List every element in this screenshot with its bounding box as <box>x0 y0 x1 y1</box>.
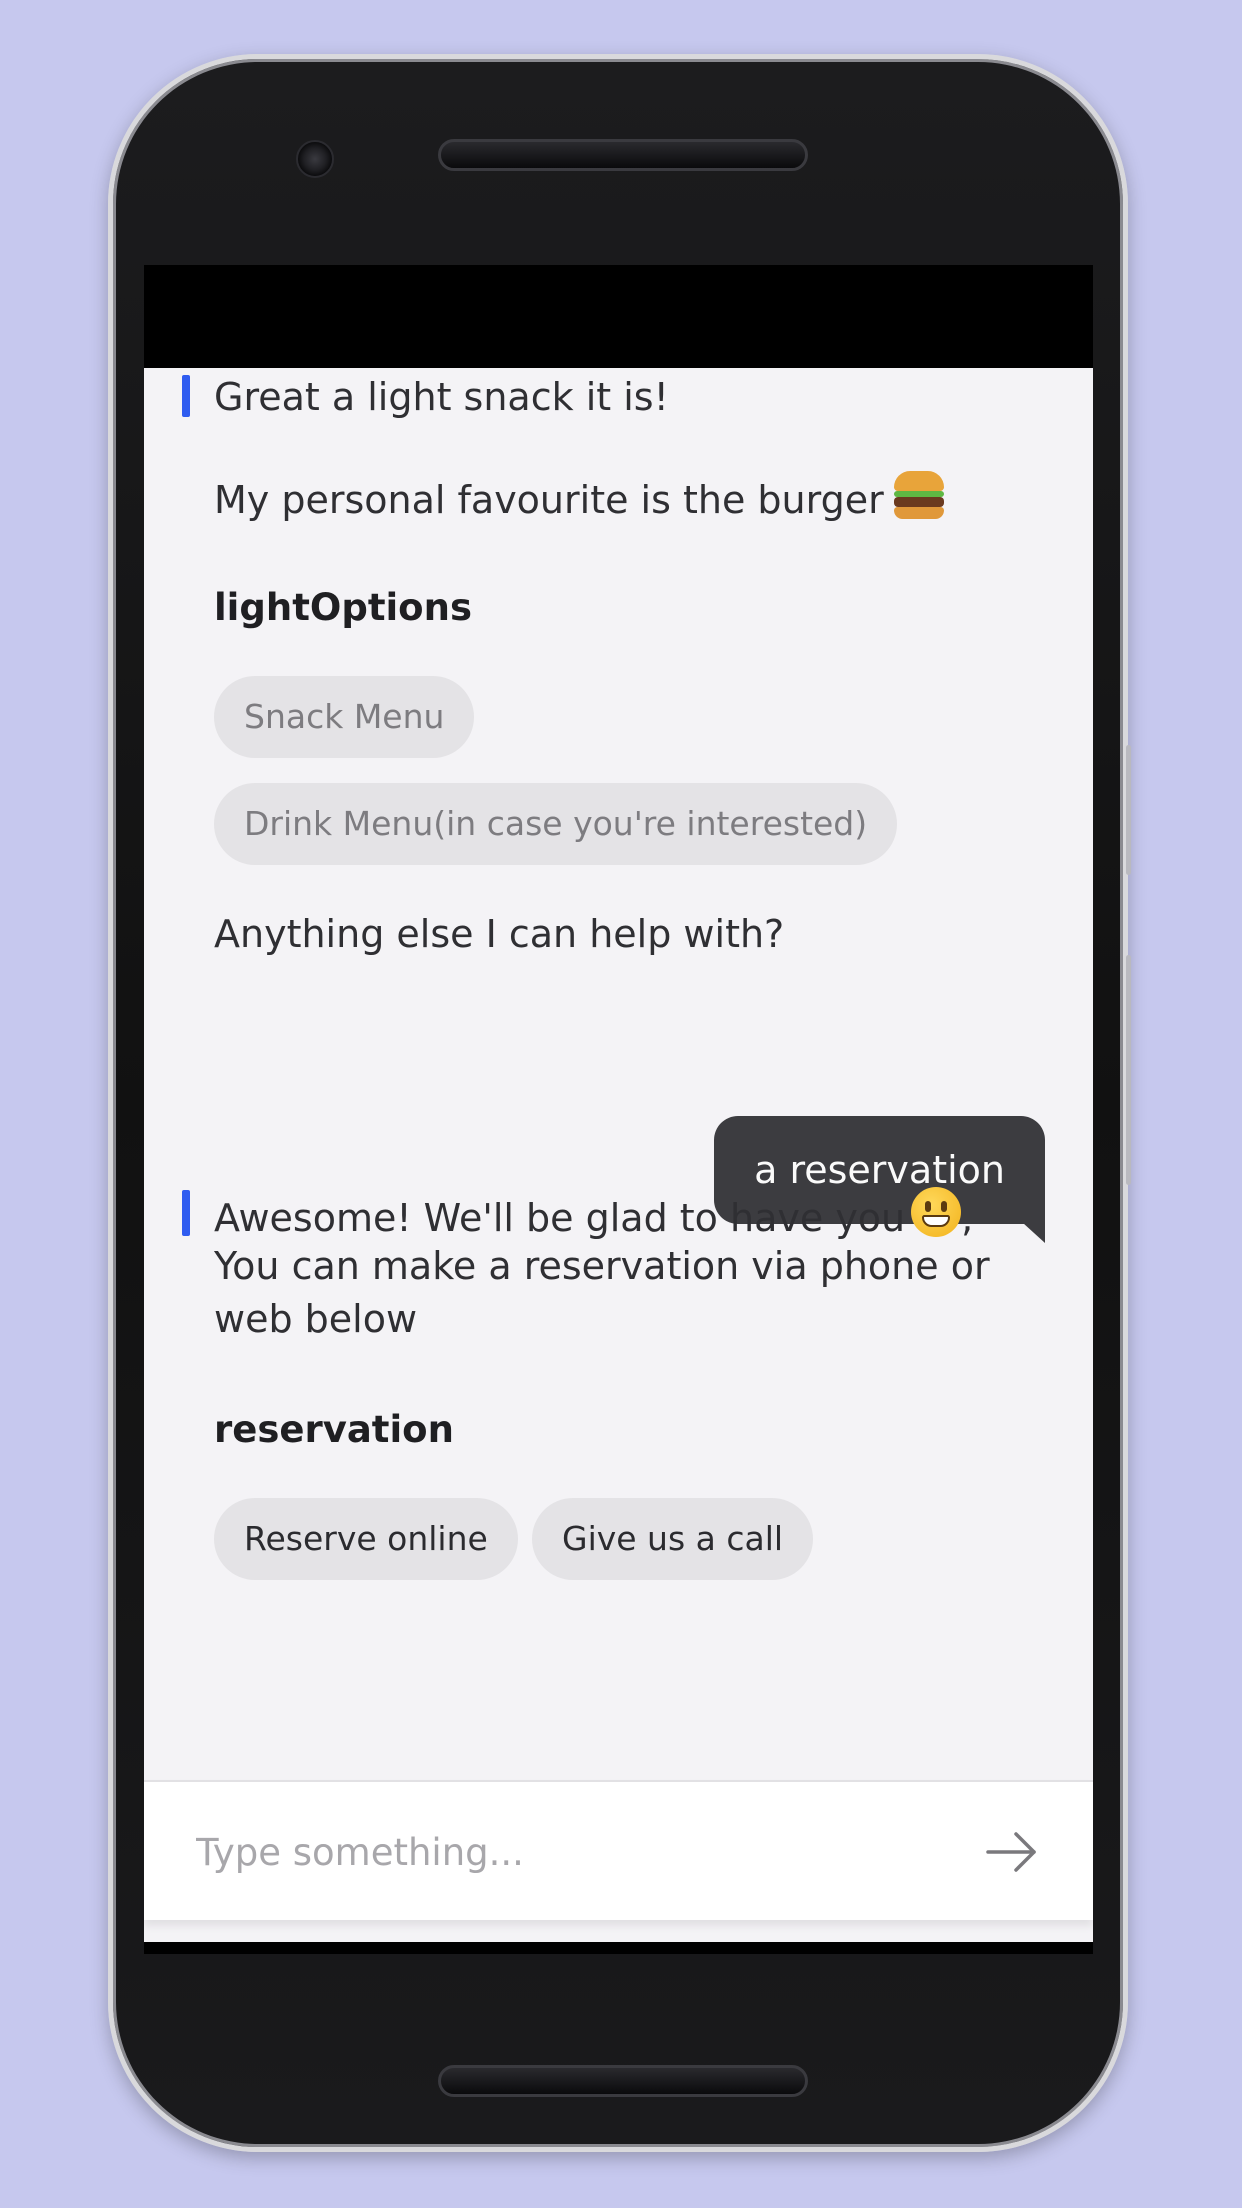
bot-message-text: Anything else I can help with? <box>214 912 785 956</box>
snack-menu-chip[interactable]: Snack Menu <box>214 676 475 758</box>
bot-message-text: Awesome! We'll be glad to have you, <box>214 1187 973 1245</box>
volume-button <box>1126 955 1131 1185</box>
grinning-face-emoji-icon <box>911 1187 962 1237</box>
bot-message-text: My personal favourite is the burger <box>214 478 884 522</box>
reserve-online-chip[interactable]: Reserve online <box>214 1498 518 1580</box>
send-button[interactable] <box>984 1824 1040 1880</box>
options-title: reservation <box>214 1408 454 1451</box>
arrow-right-icon <box>986 1832 1036 1872</box>
top-speaker <box>438 139 808 171</box>
phone-screen: Great a light snack it is! My personal f… <box>144 265 1093 1954</box>
user-bubble-tail <box>1023 1223 1045 1243</box>
options-title: lightOptions <box>214 586 472 629</box>
front-camera <box>296 140 334 178</box>
bot-message-text: My personal favourite is the burger <box>214 471 944 527</box>
drink-menu-chip[interactable]: Drink Menu(in case you're interested) <box>214 783 898 865</box>
bot-message-text: , <box>961 1196 974 1240</box>
bot-message-text: Awesome! We'll be glad to have you <box>214 1196 906 1240</box>
bottom-speaker <box>438 2065 808 2097</box>
message-input[interactable] <box>196 1814 936 1890</box>
bot-message-text: web below <box>214 1297 418 1341</box>
hamburger-emoji-icon <box>893 471 944 519</box>
bot-message-text: Great a light snack it is! <box>214 375 669 419</box>
chat-window: Great a light snack it is! My personal f… <box>144 368 1093 1942</box>
bot-message-indicator <box>182 1190 190 1236</box>
message-input-bar <box>144 1780 1093 1920</box>
give-us-a-call-chip[interactable]: Give us a call <box>532 1498 814 1580</box>
bot-message-text: You can make a reservation via phone or <box>214 1244 990 1288</box>
power-button <box>1126 745 1131 875</box>
bot-message-indicator <box>182 375 190 417</box>
